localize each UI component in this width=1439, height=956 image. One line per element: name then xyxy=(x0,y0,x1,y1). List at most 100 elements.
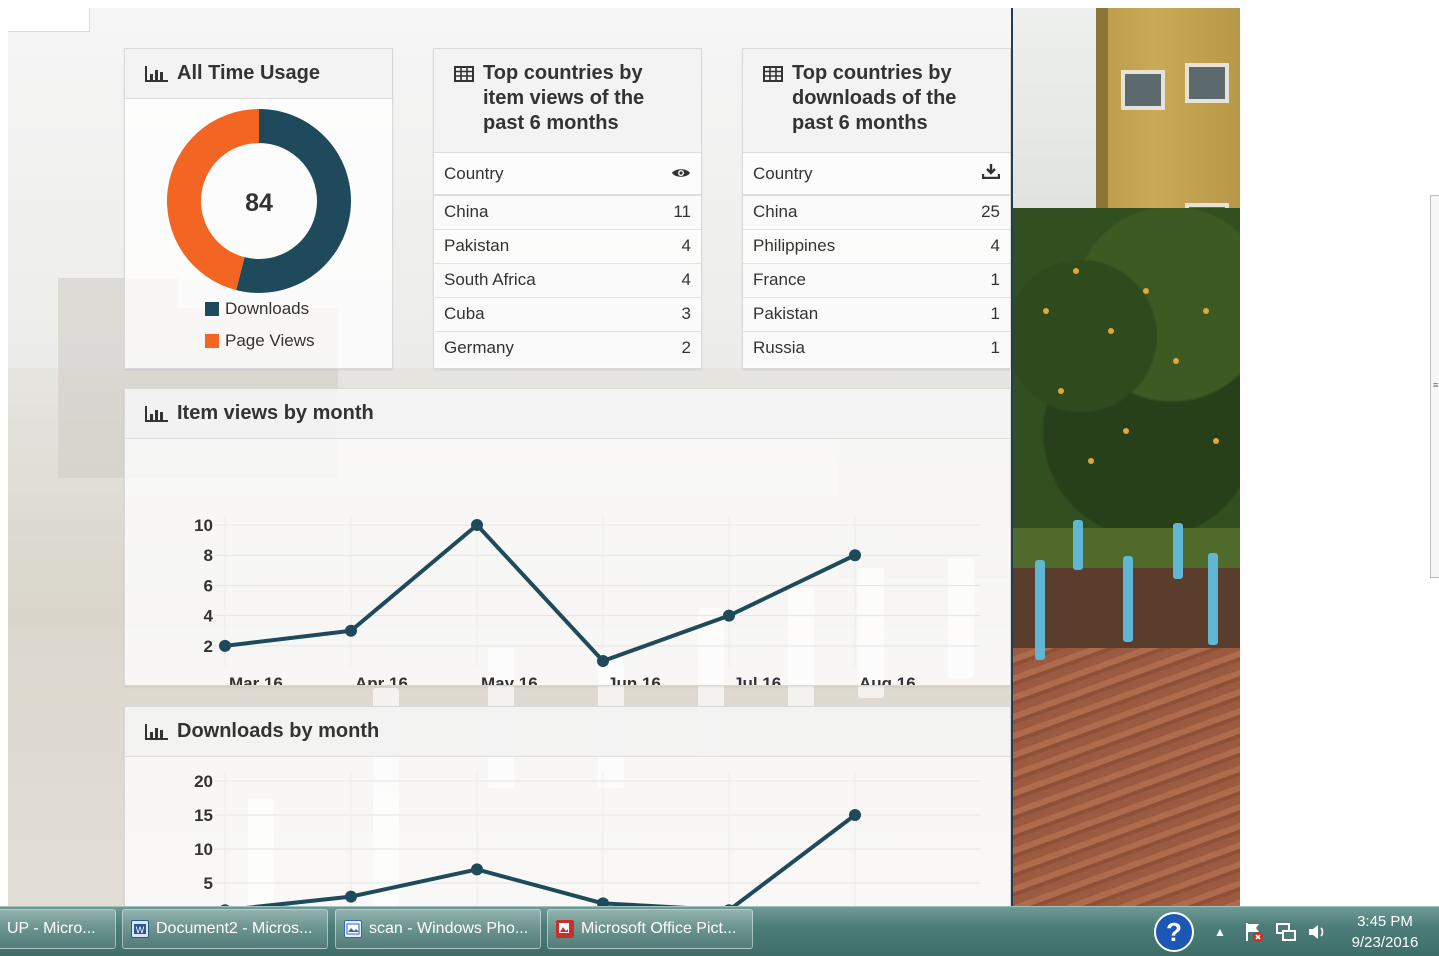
help-icon[interactable]: ? xyxy=(1152,907,1196,956)
country-cell: China xyxy=(743,194,937,229)
panel-title: Top countries by item views of the past … xyxy=(483,62,645,134)
x-tick-label: May 16 xyxy=(481,674,538,685)
table-row: China 25 xyxy=(743,194,1010,229)
legend-downloads: Downloads xyxy=(205,299,309,319)
downloads-table: Country China 25 Philippines 4 France 1 Pak… xyxy=(743,153,1010,365)
value-cell: 1 xyxy=(936,330,1010,365)
table-row: Philippines 4 xyxy=(743,228,1010,263)
page-corner xyxy=(8,8,90,32)
legend-page-views: Page Views xyxy=(205,331,314,351)
bar-chart-icon xyxy=(145,66,168,82)
country-cell: Pakistan xyxy=(743,296,937,331)
data-point[interactable] xyxy=(597,655,609,667)
download-icon xyxy=(981,164,1001,180)
downloads-chart-panel: Downloads by month 5 10 15 20 xyxy=(124,706,1011,936)
country-cell: Cuba xyxy=(434,296,631,331)
x-tick-label: Apr 16 xyxy=(355,674,408,685)
downloads-swatch xyxy=(205,302,219,316)
top-countries-downloads-panel: Top countries by downloads of the past 6… xyxy=(742,48,1011,369)
table-row: China 11 xyxy=(434,194,701,229)
panel-title: Downloads by month xyxy=(177,720,380,742)
data-point[interactable] xyxy=(471,519,483,531)
taskbar-label: UP - Micro... xyxy=(7,920,96,937)
value-cell: 2 xyxy=(630,330,701,365)
panel-title: All Time Usage xyxy=(177,62,321,84)
data-point[interactable] xyxy=(723,609,735,622)
svg-text:?: ? xyxy=(1166,917,1182,947)
data-point[interactable] xyxy=(471,863,483,876)
table-row: Germany 2 xyxy=(434,330,701,365)
table-icon xyxy=(763,66,783,82)
photo-viewer-icon xyxy=(344,920,362,938)
table-row: Pakistan 4 xyxy=(434,228,701,263)
data-point[interactable] xyxy=(219,639,231,652)
taskbar-label: Document2 - Micros... xyxy=(156,920,313,937)
panel-heading: Top countries by item views of the past … xyxy=(434,49,701,153)
usage-total: 84 xyxy=(245,189,273,217)
taskbar-item-document2[interactable]: W Document2 - Micros... xyxy=(122,909,328,949)
value-cell: 3 xyxy=(630,296,701,331)
views-table: Country China 11 Pakistan 4 South Africa 4 … xyxy=(434,153,701,365)
country-cell: Russia xyxy=(743,330,937,365)
country-cell: South Africa xyxy=(434,262,631,297)
taskbar-item-scan[interactable]: scan - Windows Pho... xyxy=(335,909,541,949)
frame-divider xyxy=(1011,8,1013,906)
country-cell: Pakistan xyxy=(434,228,631,263)
data-point[interactable] xyxy=(849,549,861,562)
network-icon[interactable] xyxy=(1274,907,1298,956)
taskbar-label: Microsoft Office Pict... xyxy=(581,920,737,937)
y-tick-label: 10 xyxy=(194,516,213,535)
table-row: South Africa 4 xyxy=(434,262,701,297)
table-row: France 1 xyxy=(743,262,1010,297)
taskbar-item-picture-manager[interactable]: Microsoft Office Pict... xyxy=(547,909,753,949)
value-cell: 11 xyxy=(630,194,701,229)
show-hidden-icons-arrow[interactable]: ▲ xyxy=(1214,907,1226,956)
value-cell: 4 xyxy=(630,228,701,263)
data-point[interactable] xyxy=(345,890,357,903)
taskbar-label: scan - Windows Pho... xyxy=(369,920,529,937)
country-column-header[interactable]: Country xyxy=(743,153,937,196)
usage-donut-chart: 84 xyxy=(167,109,352,293)
taskbar-item-up[interactable]: UP - Micro... xyxy=(0,909,116,949)
value-cell: 25 xyxy=(936,194,1010,229)
country-cell: China xyxy=(434,194,631,229)
word-icon: W xyxy=(131,920,149,938)
data-point[interactable] xyxy=(849,809,861,821)
item-views-chart-panel: Item views by month 2 4 6 8 10 Mar 16 Apr 16 Ma… xyxy=(124,388,1011,693)
table-header-row: Country xyxy=(434,153,701,196)
y-tick-label: 15 xyxy=(194,806,213,825)
views-column-header[interactable] xyxy=(630,153,701,196)
value-cell: 4 xyxy=(630,262,701,297)
y-tick-label: 2 xyxy=(204,637,213,656)
data-point[interactable] xyxy=(345,624,357,637)
downloads-column-header[interactable] xyxy=(936,153,1010,196)
desktop-screen: { "usage_panel": { "title": "All Time Us… xyxy=(0,0,1439,956)
clock-date: 9/23/2016 xyxy=(1351,934,1419,951)
panel-title: Top countries by downloads of the past 6… xyxy=(792,62,957,134)
series-line xyxy=(224,523,856,663)
picture-manager-icon xyxy=(556,920,574,938)
y-tick-label: 5 xyxy=(204,874,213,893)
x-tick-label: Jun 16 xyxy=(607,674,661,685)
scroll-grip-icon[interactable]: ≡ xyxy=(1433,380,1438,390)
x-tick-label: Jul 16 xyxy=(733,674,781,685)
value-cell: 1 xyxy=(936,296,1010,331)
bar-chart-icon xyxy=(145,406,168,422)
clock-time: 3:45 PM xyxy=(1357,913,1413,930)
country-column-header[interactable]: Country xyxy=(434,153,631,196)
volume-icon[interactable] xyxy=(1306,907,1328,956)
country-cell: France xyxy=(743,262,937,297)
panel-heading: All Time Usage xyxy=(125,49,392,99)
x-tick-label: Aug 16 xyxy=(859,674,916,685)
table-header-row: Country xyxy=(743,153,1010,196)
value-cell: 4 xyxy=(936,228,1010,263)
series-line xyxy=(224,813,857,913)
campus-photo xyxy=(1013,8,1240,906)
item-views-line-chart: 2 4 6 8 10 Mar 16 Apr 16 May 16 Jun 16 Jul 16 Aug … xyxy=(194,515,980,693)
country-cell: Philippines xyxy=(743,228,937,263)
action-center-icon[interactable] xyxy=(1242,907,1266,956)
panel-title: Item views by month xyxy=(177,402,374,424)
system-clock[interactable]: 3:45 PM 9/23/2016 xyxy=(1340,911,1430,953)
bar-chart-icon xyxy=(145,724,168,740)
y-tick-label: 20 xyxy=(194,772,213,791)
